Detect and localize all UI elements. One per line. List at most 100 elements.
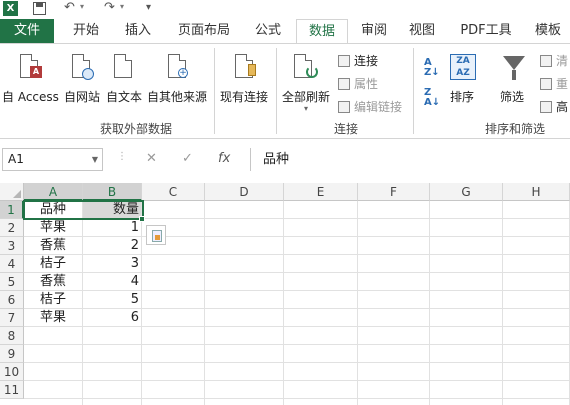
properties-label: 属性 bbox=[354, 77, 379, 91]
group-label-sort-filter: 排序和筛选 bbox=[485, 122, 546, 136]
group-label-connections: 连接 bbox=[334, 122, 359, 136]
edit-links-button[interactable]: 编辑链接 bbox=[338, 98, 402, 115]
undo-dropdown-icon[interactable]: ▾ bbox=[80, 2, 84, 11]
undo-icon[interactable]: ↶ bbox=[64, 0, 75, 16]
cell-a2[interactable]: 苹果 bbox=[24, 219, 83, 237]
column-header-a[interactable]: A bbox=[24, 183, 83, 201]
cell-b7[interactable]: 6 bbox=[83, 309, 142, 327]
row-header[interactable]: 11 bbox=[0, 381, 24, 399]
row-header[interactable]: 2 bbox=[0, 219, 24, 237]
formula-input[interactable]: 品种 bbox=[250, 148, 570, 171]
tab-templates[interactable]: 模板 bbox=[526, 19, 570, 43]
cell-a4[interactable]: 桔子 bbox=[24, 255, 83, 273]
clear-filter-label: 清 bbox=[556, 54, 569, 68]
name-box-value: A1 bbox=[8, 152, 24, 166]
gridline-horizontal bbox=[142, 290, 570, 291]
advanced-filter-icon bbox=[540, 101, 552, 113]
formula-bar-grip-icon[interactable]: ⋮ bbox=[117, 151, 127, 162]
enter-icon[interactable]: ✓ bbox=[182, 151, 193, 166]
cell-a7[interactable]: 苹果 bbox=[24, 309, 83, 327]
row-header[interactable]: 8 bbox=[0, 327, 24, 345]
existing-connections-button[interactable]: 现有连接 bbox=[218, 50, 272, 110]
gridline-vertical bbox=[82, 327, 83, 405]
save-icon[interactable] bbox=[33, 2, 46, 15]
text-document-icon bbox=[114, 54, 132, 78]
row-header[interactable]: 10 bbox=[0, 363, 24, 381]
column-header-g[interactable]: G bbox=[430, 183, 503, 201]
tab-home[interactable]: 开始 bbox=[62, 19, 110, 43]
filter-stem-icon bbox=[512, 70, 516, 80]
column-header-c[interactable]: C bbox=[142, 183, 205, 201]
tab-view[interactable]: 视图 bbox=[400, 19, 444, 43]
sort-ascending-icon[interactable]: A Z↓ bbox=[424, 58, 440, 78]
refresh-all-button[interactable]: 全部刷新 ▾ bbox=[280, 50, 334, 116]
gridline-horizontal bbox=[142, 272, 570, 273]
cell-a3[interactable]: 香蕉 bbox=[24, 237, 83, 255]
quick-analysis-icon[interactable] bbox=[146, 225, 166, 245]
advanced-filter-button[interactable]: 高 bbox=[540, 98, 568, 115]
cell-a6[interactable]: 桔子 bbox=[24, 291, 83, 309]
connector-icon: + bbox=[178, 68, 188, 78]
clear-filter-button[interactable]: 清 bbox=[540, 52, 568, 69]
row-header[interactable]: 6 bbox=[0, 291, 24, 309]
row-header[interactable]: 5 bbox=[0, 273, 24, 291]
row-header[interactable]: 3 bbox=[0, 237, 24, 255]
gridline-vertical bbox=[502, 201, 503, 405]
cell-b2[interactable]: 1 bbox=[83, 219, 142, 237]
gridline-vertical bbox=[141, 201, 142, 405]
tab-formulas[interactable]: 公式 bbox=[246, 19, 290, 43]
selection-range bbox=[23, 200, 144, 220]
gridline-horizontal bbox=[142, 326, 570, 327]
filter-button[interactable]: 筛选 bbox=[494, 50, 534, 110]
row-header[interactable]: 1 bbox=[0, 201, 24, 219]
refresh-icon bbox=[306, 66, 318, 78]
cancel-icon[interactable]: ✕ bbox=[146, 151, 157, 166]
from-access-button[interactable]: A 自 Access bbox=[0, 50, 60, 110]
tab-review[interactable]: 审阅 bbox=[352, 19, 396, 43]
from-other-sources-button[interactable]: + 自其他来源 bbox=[146, 50, 210, 110]
refresh-dropdown-icon[interactable]: ▾ bbox=[304, 104, 308, 113]
column-header-d[interactable]: D bbox=[205, 183, 284, 201]
cell-b3[interactable]: 2 bbox=[83, 237, 142, 255]
from-web-button[interactable]: 自网站 bbox=[62, 50, 104, 110]
connections-button[interactable]: 连接 bbox=[338, 52, 378, 69]
customize-qat-icon[interactable]: ▾ bbox=[146, 0, 151, 16]
existing-connections-label: 现有连接 bbox=[220, 90, 269, 104]
row-header[interactable]: 4 bbox=[0, 255, 24, 273]
tab-page-layout[interactable]: 页面布局 bbox=[168, 19, 240, 43]
insert-function-icon[interactable]: fx bbox=[218, 151, 230, 166]
from-text-button[interactable]: 自文本 bbox=[104, 50, 146, 110]
from-access-label: 自 Access bbox=[2, 90, 59, 104]
redo-icon[interactable]: ↷ bbox=[104, 0, 115, 16]
ribbon-tabs: 文件 开始 插入 页面布局 公式 数据 审阅 视图 PDF工具 模板 bbox=[0, 19, 570, 44]
gridline-horizontal bbox=[142, 236, 570, 237]
row-header[interactable]: 9 bbox=[0, 345, 24, 363]
tab-pdf-tools[interactable]: PDF工具 bbox=[450, 19, 522, 43]
select-all-button[interactable] bbox=[0, 183, 24, 201]
gridline-horizontal bbox=[24, 344, 570, 345]
column-header-b[interactable]: B bbox=[83, 183, 142, 201]
row-header[interactable]: 7 bbox=[0, 309, 24, 327]
sort-descending-icon[interactable]: Z A↓ bbox=[424, 88, 440, 108]
cell-b5[interactable]: 4 bbox=[83, 273, 142, 291]
name-box-dropdown-icon[interactable]: ▼ bbox=[92, 149, 98, 170]
tab-file[interactable]: 文件 bbox=[0, 19, 54, 43]
spreadsheet-grid: A B C D E F G H 1 2 3 4 5 6 7 8 9 10 11 … bbox=[0, 183, 570, 405]
tab-insert[interactable]: 插入 bbox=[114, 19, 162, 43]
sort-button[interactable]: ZA AZ 排序 bbox=[444, 50, 484, 110]
tab-data[interactable]: 数据 bbox=[296, 19, 348, 44]
redo-dropdown-icon[interactable]: ▾ bbox=[120, 2, 124, 11]
excel-logo-icon: X bbox=[3, 1, 18, 16]
properties-button[interactable]: 属性 bbox=[338, 75, 378, 92]
name-box[interactable]: A1 ▼ bbox=[2, 148, 103, 171]
cell-b6[interactable]: 5 bbox=[83, 291, 142, 309]
column-header-f[interactable]: F bbox=[358, 183, 430, 201]
column-header-e[interactable]: E bbox=[284, 183, 358, 201]
cell-a5[interactable]: 香蕉 bbox=[24, 273, 83, 291]
cell-b4[interactable]: 3 bbox=[83, 255, 142, 273]
from-web-label: 自网站 bbox=[64, 90, 101, 104]
gridline-horizontal bbox=[24, 362, 570, 363]
reapply-button[interactable]: 重 bbox=[540, 75, 568, 92]
fill-handle[interactable] bbox=[139, 216, 145, 222]
column-header-h[interactable]: H bbox=[503, 183, 570, 201]
